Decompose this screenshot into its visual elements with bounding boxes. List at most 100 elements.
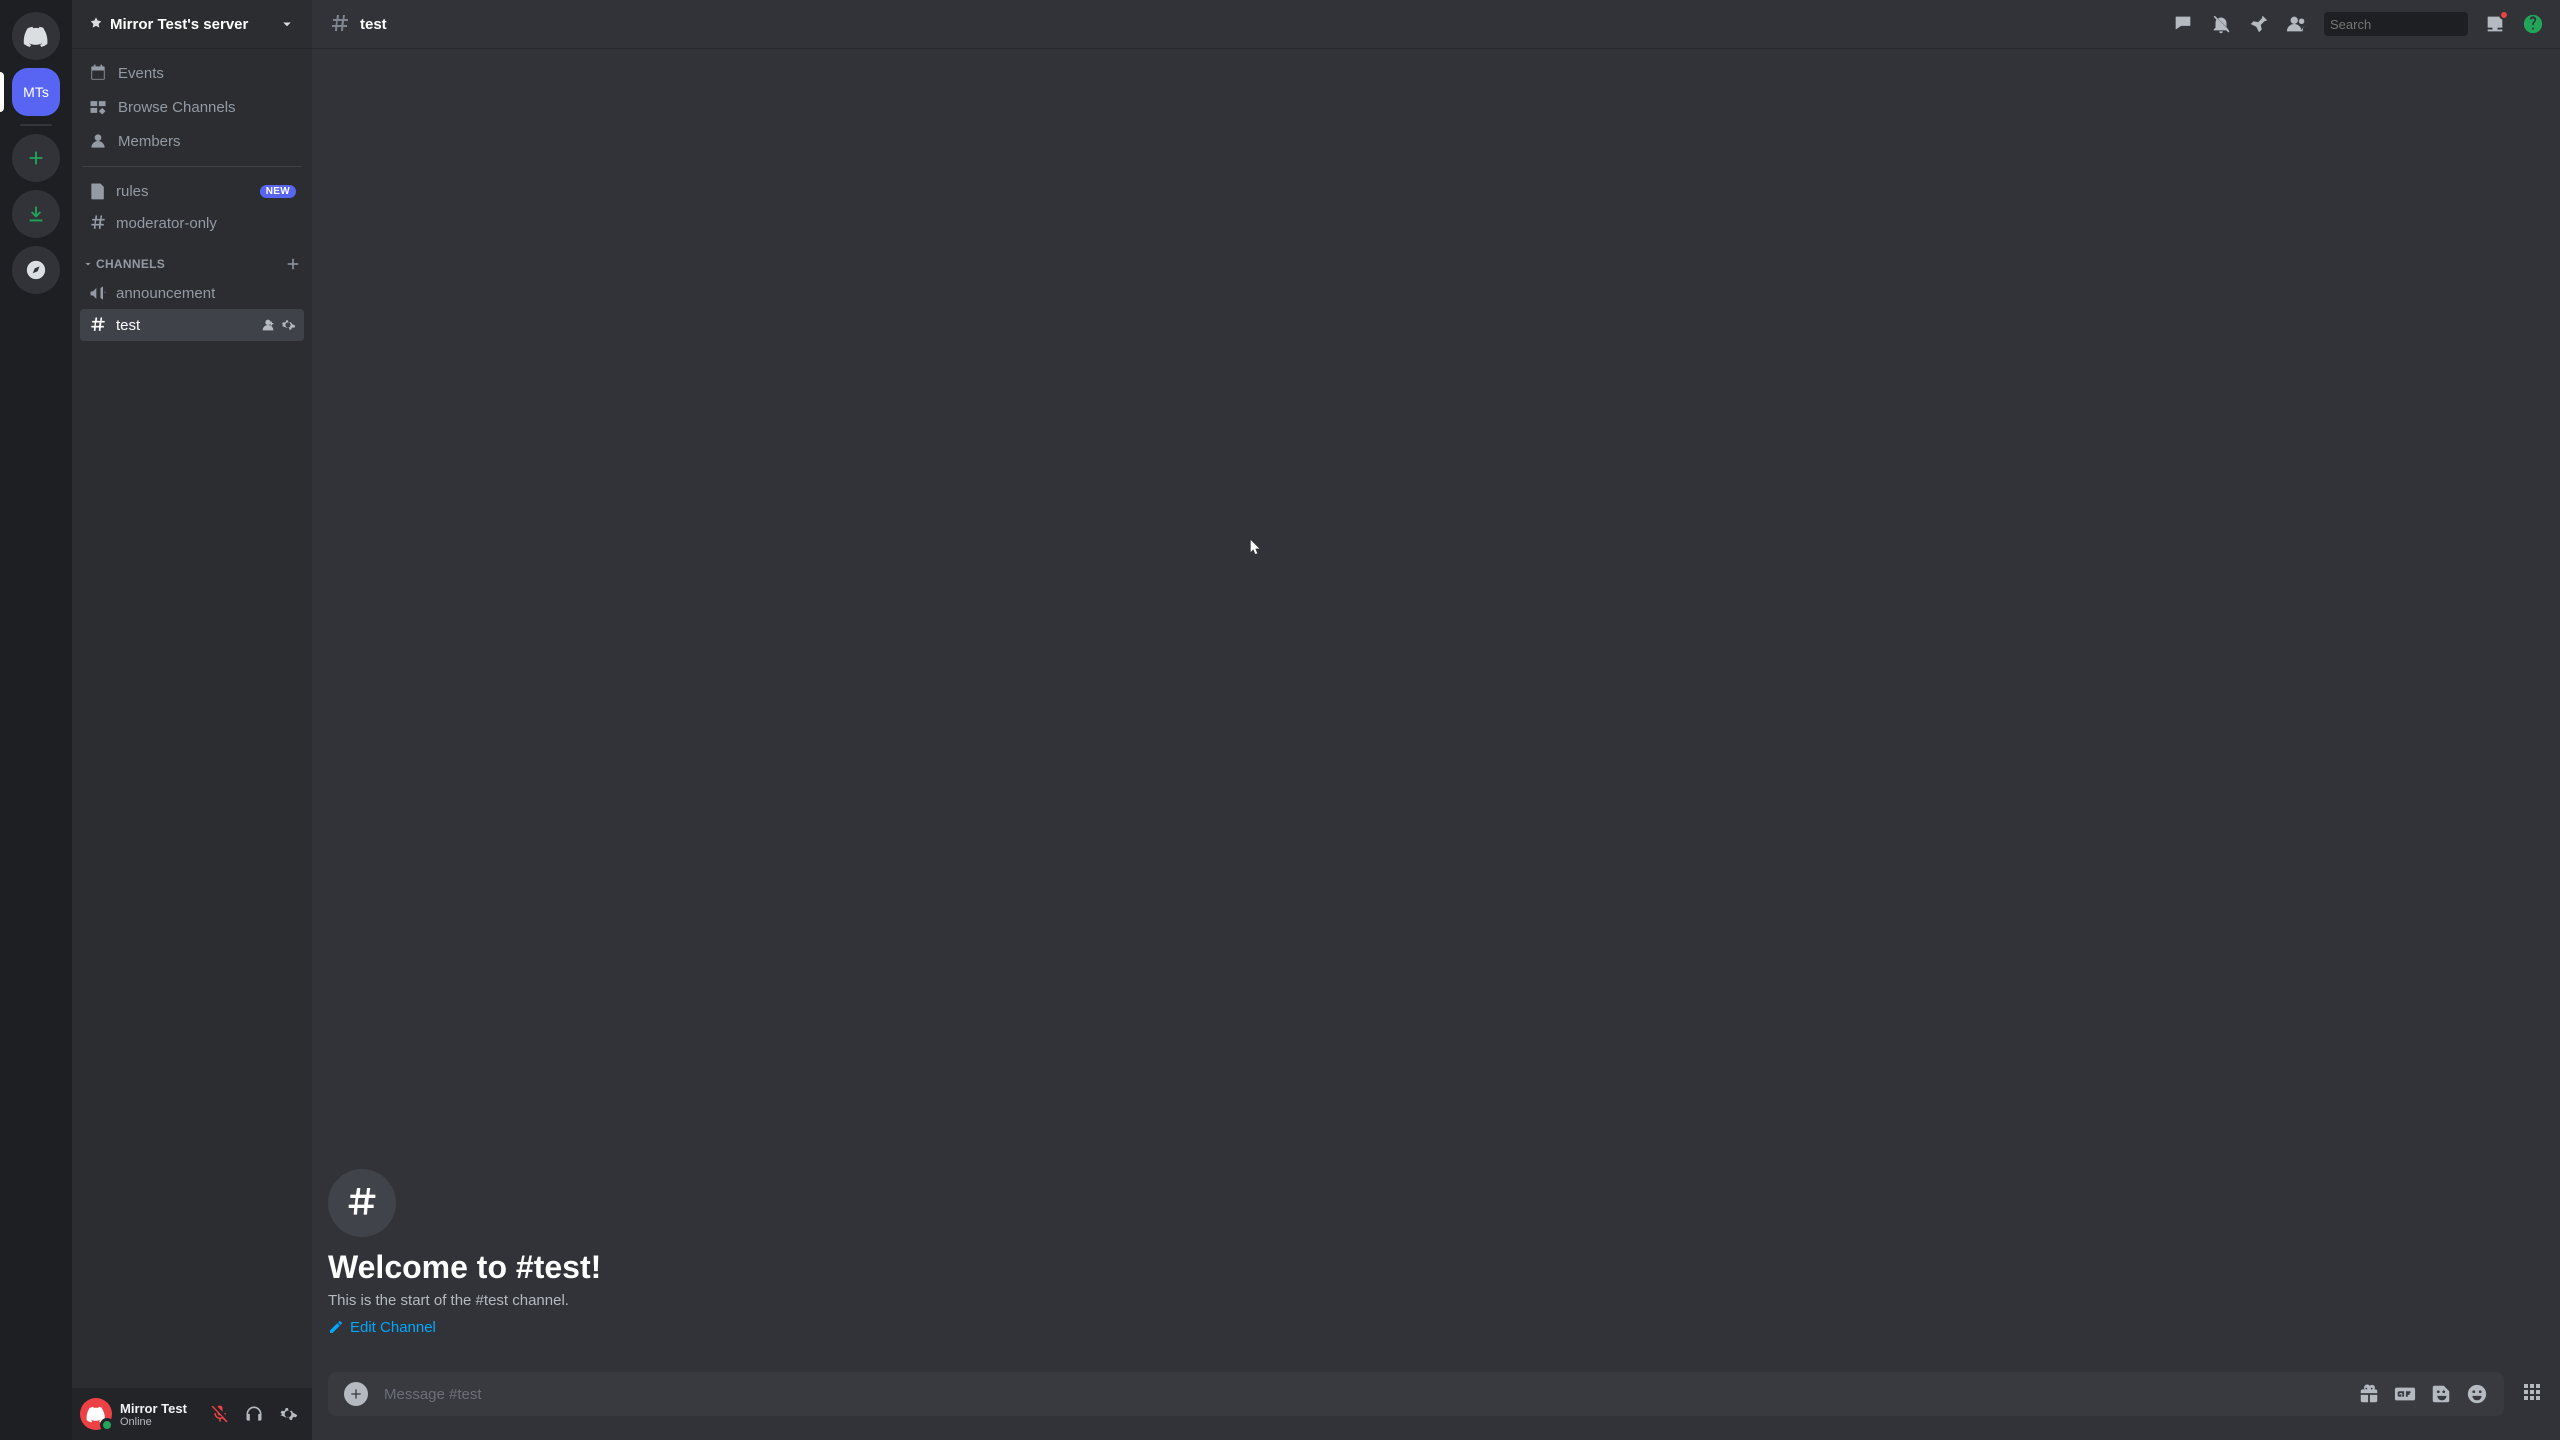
invite-icon[interactable]: [260, 317, 276, 333]
compose-row: [312, 1372, 2560, 1440]
channel-sidebar: Mirror Test's server Events Browse Chann…: [72, 0, 312, 1440]
pin-icon: [2248, 13, 2270, 35]
channel-title: test: [360, 16, 387, 33]
sidebar-scroll[interactable]: Events Browse Channels Members rules NEW…: [72, 48, 312, 1388]
help-icon: [2522, 13, 2544, 35]
emoji-icon: [2466, 1383, 2488, 1405]
user-avatar[interactable]: [80, 1398, 112, 1430]
community-badge-icon: [88, 16, 104, 32]
attach-button[interactable]: [344, 1382, 368, 1406]
chevron-down-icon: [82, 258, 94, 270]
hash-icon: [342, 1183, 382, 1223]
empty-state-icon: [328, 1169, 396, 1237]
sticker-button[interactable]: [2430, 1383, 2452, 1405]
server-abbr: MTs: [23, 84, 49, 100]
gift-icon: [2358, 1383, 2380, 1405]
discover-button[interactable]: [12, 246, 60, 294]
sidebar-item-label: Browse Channels: [118, 99, 236, 116]
notifications-button[interactable]: [2210, 13, 2232, 35]
bell-muted-icon: [2210, 13, 2232, 35]
browse-icon: [88, 97, 108, 117]
gif-button[interactable]: [2394, 1383, 2416, 1405]
add-channel-icon[interactable]: [284, 255, 302, 273]
server-button-active[interactable]: MTs: [12, 68, 60, 116]
status-indicator: [100, 1418, 114, 1432]
sidebar-item-label: Events: [118, 65, 164, 82]
user-name: Mirror Test: [120, 1401, 196, 1416]
deafen-button[interactable]: [238, 1398, 270, 1430]
channel-moderator-only[interactable]: moderator-only: [80, 207, 304, 239]
inbox-unread-badge: [2499, 10, 2509, 20]
message-compose[interactable]: [328, 1372, 2504, 1416]
threads-icon: [2172, 13, 2194, 35]
apps-icon: [2520, 1380, 2544, 1404]
apps-button[interactable]: [2520, 1380, 2544, 1409]
chat-header: test: [312, 0, 2560, 48]
channel-label: rules: [116, 183, 252, 200]
user-status: Online: [120, 1416, 196, 1428]
server-header[interactable]: Mirror Test's server: [72, 0, 312, 48]
sticker-icon: [2430, 1383, 2452, 1405]
chat-main: test: [312, 0, 2560, 1440]
server-rail: MTs: [0, 0, 72, 1440]
channel-test[interactable]: test: [80, 309, 304, 341]
hash-icon: [88, 315, 108, 335]
help-button[interactable]: [2522, 13, 2544, 35]
app-root: MTs Mirror Test's server Events: [0, 0, 2560, 1440]
empty-state-title: Welcome to #test!: [328, 1249, 2544, 1286]
megaphone-icon: [88, 283, 108, 303]
search-input[interactable]: [2330, 17, 2506, 32]
plus-icon: [25, 147, 47, 169]
server-name: Mirror Test's server: [110, 16, 248, 33]
inbox-button[interactable]: [2484, 13, 2506, 35]
message-input[interactable]: [384, 1386, 2342, 1403]
sidebar-browse-channels[interactable]: Browse Channels: [80, 90, 304, 124]
members-icon: [88, 131, 108, 151]
add-server-button[interactable]: [12, 134, 60, 182]
emoji-button[interactable]: [2466, 1383, 2488, 1405]
search-box[interactable]: [2324, 12, 2468, 36]
chat-body[interactable]: Welcome to #test! This is the start of t…: [312, 48, 2560, 1372]
mic-muted-icon: [210, 1404, 230, 1424]
download-icon: [25, 203, 47, 225]
calendar-icon: [88, 63, 108, 83]
category-header[interactable]: CHANNELS: [80, 239, 304, 277]
sidebar-separator: [82, 166, 302, 167]
new-badge: NEW: [260, 185, 296, 198]
dm-home-button[interactable]: [12, 12, 60, 60]
gift-button[interactable]: [2358, 1383, 2380, 1405]
rail-separator: [20, 124, 52, 126]
pencil-icon: [328, 1319, 344, 1335]
empty-state-subtitle: This is the start of the #test channel.: [328, 1292, 2544, 1309]
people-icon: [2286, 13, 2308, 35]
channel-label: announcement: [116, 285, 296, 302]
user-settings-button[interactable]: [272, 1398, 304, 1430]
sidebar-item-label: Members: [118, 133, 181, 150]
edit-channel-link[interactable]: Edit Channel: [328, 1319, 436, 1336]
mute-button[interactable]: [204, 1398, 236, 1430]
member-list-button[interactable]: [2286, 13, 2308, 35]
compass-icon: [25, 259, 47, 281]
edit-channel-label: Edit Channel: [350, 1319, 436, 1336]
channel-label: moderator-only: [116, 215, 296, 232]
gear-icon: [278, 1404, 298, 1424]
channel-label: test: [116, 317, 252, 334]
threads-button[interactable]: [2172, 13, 2194, 35]
hash-shield-icon: [88, 213, 108, 233]
headphones-icon: [244, 1404, 264, 1424]
category-label: CHANNELS: [96, 257, 165, 271]
plus-icon: [348, 1386, 364, 1402]
user-panel: Mirror Test Online: [72, 1388, 312, 1440]
cursor-icon: [1250, 540, 1262, 556]
sidebar-members[interactable]: Members: [80, 124, 304, 158]
user-info[interactable]: Mirror Test Online: [120, 1401, 196, 1428]
download-apps-button[interactable]: [12, 190, 60, 238]
channel-announcement[interactable]: announcement: [80, 277, 304, 309]
chevron-down-icon: [278, 15, 296, 33]
channel-empty-state: Welcome to #test! This is the start of t…: [328, 1169, 2544, 1341]
pinned-button[interactable]: [2248, 13, 2270, 35]
gear-icon[interactable]: [280, 317, 296, 333]
channel-rules[interactable]: rules NEW: [80, 175, 304, 207]
sidebar-events[interactable]: Events: [80, 56, 304, 90]
hash-icon: [328, 12, 352, 36]
